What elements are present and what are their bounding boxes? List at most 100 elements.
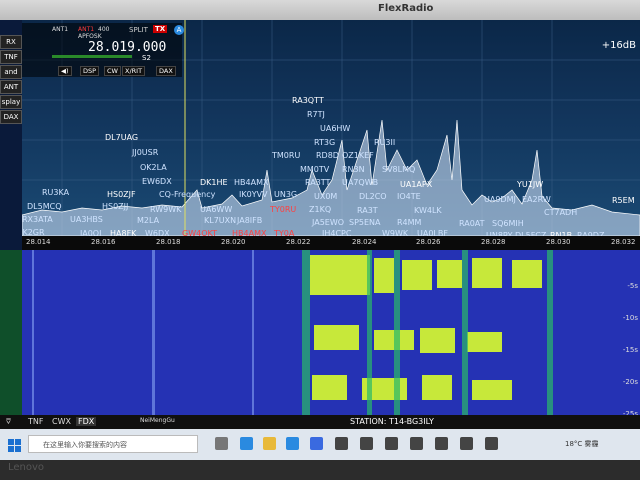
app-icon-1[interactable] xyxy=(335,437,348,450)
dx-spot[interactable]: VK2GR xyxy=(22,228,45,236)
ant-button[interactable]: ANT xyxy=(0,80,22,94)
mode-label[interactable]: APFOSK xyxy=(78,33,102,40)
frequency-display[interactable]: 28.019.000 xyxy=(88,40,166,55)
dx-spot[interactable]: UA0LBF xyxy=(417,229,448,236)
dx-spot[interactable]: MM0TV xyxy=(300,165,329,174)
dsp-button[interactable]: DSP xyxy=(80,66,100,76)
slice-letter-badge[interactable]: A xyxy=(174,25,184,35)
xrit-button[interactable]: X/RIT xyxy=(122,66,146,76)
dx-spot[interactable]: RA3QTT xyxy=(292,96,324,105)
tx-badge[interactable]: TX xyxy=(153,25,168,33)
dx-spot[interactable]: KW4LK xyxy=(414,206,442,215)
dx-spot[interactable]: W9WK xyxy=(382,229,408,236)
speaker-icon[interactable]: ◀) xyxy=(58,66,72,76)
dx-spot[interactable]: JJ0USR xyxy=(132,148,158,157)
dx-spot[interactable]: UX0M xyxy=(314,192,337,201)
dx-spot[interactable]: IO4TE xyxy=(397,192,421,201)
dx-spot[interactable]: UA3HBS xyxy=(70,215,103,224)
band-button[interactable]: and xyxy=(0,65,22,79)
dx-spot[interactable]: UA9DMJ xyxy=(484,195,516,204)
dx-spot[interactable]: JH4CPC xyxy=(322,229,351,236)
dx-spot[interactable]: HB4AMX xyxy=(234,178,268,187)
dx-spot[interactable]: TY0RU xyxy=(270,205,296,214)
dx-spot[interactable]: DL5MCQ xyxy=(27,202,62,211)
dx-spot[interactable]: RU3KA xyxy=(42,188,69,197)
cw-button[interactable]: CW xyxy=(104,66,121,76)
dx-spot[interactable]: SQ6MIH xyxy=(492,219,524,228)
app-icon-3[interactable] xyxy=(385,437,398,450)
dx-spot[interactable]: RN3N xyxy=(342,165,365,174)
fdx-status[interactable]: FDX xyxy=(76,417,97,426)
dx-spot[interactable]: KL7UXN xyxy=(204,216,236,225)
dx-spot[interactable]: TY0A xyxy=(274,229,294,236)
dx-spot[interactable]: OK2LA xyxy=(140,163,167,172)
dx-spot[interactable]: DL2CO xyxy=(359,192,387,201)
dx-spot[interactable]: GW4OKT xyxy=(182,229,217,236)
dx-spot[interactable]: UA6HW xyxy=(320,124,350,133)
windows-start-icon[interactable] xyxy=(8,437,21,452)
dx-spot[interactable]: EA2RW xyxy=(522,195,551,204)
file-explorer-icon[interactable] xyxy=(263,437,276,450)
split-button[interactable]: SPLIT xyxy=(129,26,148,34)
app-icon-4[interactable] xyxy=(410,437,423,450)
dx-spot[interactable]: JA0OI xyxy=(80,229,101,236)
slice-flag[interactable]: ANT1 ANT1 400 APFOSK SPLIT TX A 28.019.0… xyxy=(22,23,184,77)
dx-spot[interactable]: HA8FK xyxy=(110,229,136,236)
dx-spot[interactable]: RU3II xyxy=(374,138,395,147)
dx-spot[interactable]: RA3T xyxy=(357,206,378,215)
dax-slice-button[interactable]: DAX xyxy=(156,66,176,76)
dx-spot[interactable]: RW9WK xyxy=(150,205,181,214)
filter-width[interactable]: 400 xyxy=(98,26,109,33)
dx-spot[interactable]: UA7QWB xyxy=(342,178,378,187)
dx-spot[interactable]: JA8IFB xyxy=(237,216,262,225)
rx-button[interactable]: RX xyxy=(0,35,22,49)
dx-spot[interactable]: R4MM xyxy=(397,218,421,227)
dx-spot[interactable]: CT7ADH xyxy=(544,208,577,217)
dx-spot[interactable]: HS0ZJJ xyxy=(102,202,128,211)
store-icon[interactable] xyxy=(286,437,299,450)
frequency-axis[interactable]: 28.014 28.016 28.018 28.020 28.022 28.024 28.0… xyxy=(22,236,640,250)
dx-spot[interactable]: RT3G xyxy=(314,138,335,147)
weather-widget[interactable]: 18°C 雾霾 xyxy=(565,439,599,449)
dx-spot[interactable]: IK0YVV xyxy=(239,190,268,199)
dx-spot[interactable]: W6DX xyxy=(145,229,170,236)
cwx-status[interactable]: CWX xyxy=(52,417,71,426)
dx-spot[interactable]: R7TJ xyxy=(307,110,325,119)
dx-spot[interactable]: RA3TT xyxy=(305,178,330,187)
task-view-icon[interactable] xyxy=(215,437,228,450)
edge-browser-icon[interactable] xyxy=(240,437,253,450)
dx-spot[interactable]: UA1APX xyxy=(400,180,432,189)
antenna-rx[interactable]: ANT1 xyxy=(52,26,68,33)
taskbar-search-input[interactable]: 在这里输入你要搜索的内容 xyxy=(28,435,198,453)
dx-spot[interactable]: DK1HE xyxy=(200,178,228,187)
display-button[interactable]: splay xyxy=(0,95,22,109)
dax-button[interactable]: DAX xyxy=(0,110,22,124)
dx-spot[interactable]: M2LA xyxy=(137,216,159,225)
dx-spot[interactable]: RA0AT xyxy=(459,219,485,228)
dx-spot[interactable]: HB4AMX xyxy=(232,229,266,236)
dx-spot[interactable]: SP5ENA xyxy=(349,218,381,227)
tnf-button[interactable]: TNF xyxy=(0,50,22,64)
app-icon-2[interactable] xyxy=(360,437,373,450)
station-label[interactable]: STATION: T14-BG3ILY xyxy=(350,417,434,426)
dx-spot[interactable]: CQ-Frequency xyxy=(159,190,215,199)
mail-icon[interactable] xyxy=(310,437,323,450)
antenna-tx[interactable]: ANT1 xyxy=(78,26,94,33)
dx-spot[interactable]: JA5EWO xyxy=(312,218,344,227)
waterfall[interactable]: -5s -10s -15s -20s -25s xyxy=(22,250,640,415)
dx-spot[interactable]: UA6WW xyxy=(200,205,232,214)
dx-spot[interactable]: UN3G xyxy=(274,190,297,199)
tnf-status[interactable]: TNF xyxy=(28,417,43,426)
dx-spot[interactable]: EW6DX xyxy=(142,177,172,186)
dx-spot[interactable]: DL7UAG xyxy=(105,133,138,142)
app-icon-5[interactable] xyxy=(435,437,448,450)
dx-spot[interactable]: Z1KQ xyxy=(309,205,331,214)
dx-spot[interactable]: OZ1KEF xyxy=(342,151,374,160)
dx-spot[interactable]: TM0RU xyxy=(272,151,300,160)
app-icon-6[interactable] xyxy=(460,437,473,450)
dx-spot[interactable]: RX3ATA xyxy=(22,215,53,224)
dx-spot[interactable]: R5EM xyxy=(612,196,635,205)
app-icon-7[interactable] xyxy=(485,437,498,450)
dx-spot[interactable]: SV8LMQ xyxy=(382,165,415,174)
dx-spot[interactable]: YU1JW xyxy=(517,180,543,189)
